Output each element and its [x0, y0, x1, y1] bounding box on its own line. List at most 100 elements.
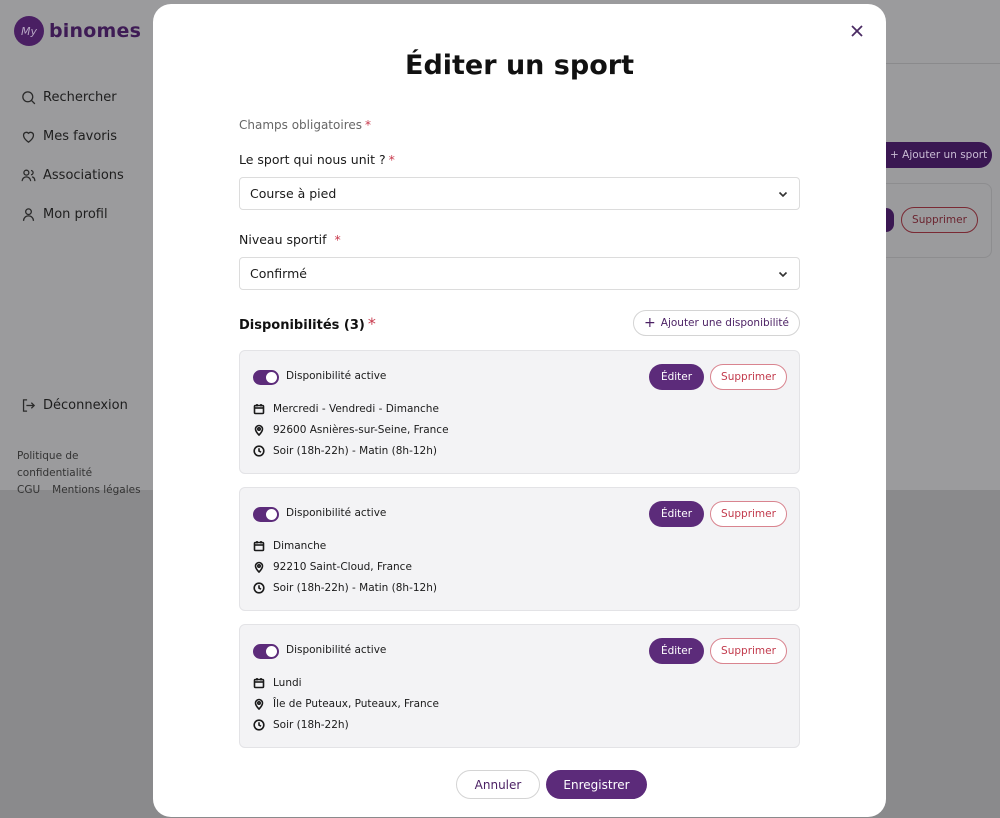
- modal-title: Éditer un sport: [405, 50, 634, 81]
- required-asterisk: *: [365, 118, 371, 132]
- days-text: Mercredi - Vendredi - Dimanche: [273, 403, 439, 415]
- chevron-down-icon: [778, 191, 788, 197]
- sidebar-item-label: Associations: [43, 168, 124, 183]
- active-toggle[interactable]: [253, 644, 279, 659]
- delete-availability-button[interactable]: Supprimer: [710, 638, 787, 664]
- sport-select[interactable]: Course à pied: [239, 177, 800, 210]
- location-row: Île de Puteaux, Puteaux, France: [253, 698, 439, 710]
- legal-link[interactable]: Mentions légales: [52, 484, 140, 496]
- close-icon: [851, 25, 863, 37]
- active-toggle-label: Disponibilité active: [286, 370, 387, 382]
- level-select[interactable]: Confirmé: [239, 257, 800, 290]
- add-availability-label: Ajouter une disponibilité: [660, 317, 789, 329]
- sport-form: Champs obligatoires * Le sport qui nous u…: [239, 118, 800, 748]
- logo-text: binomes: [49, 20, 142, 42]
- save-button[interactable]: Enregistrer: [546, 770, 647, 799]
- clock-icon: [253, 719, 265, 731]
- location-text: 92210 Saint-Cloud, France: [273, 561, 412, 573]
- clock-icon: [253, 582, 265, 594]
- sport-label-text: Le sport qui nous unit ?: [239, 152, 386, 167]
- privacy-link[interactable]: Politique de confidentialité: [17, 450, 92, 479]
- chevron-down-icon: [778, 271, 788, 277]
- active-toggle-label: Disponibilité active: [286, 644, 387, 656]
- time-text: Soir (18h-22h): [273, 719, 349, 731]
- location-pin-icon: [254, 561, 264, 573]
- sidebar-item-label: Rechercher: [43, 90, 117, 105]
- footer-links: Politique de confidentialité CGU Mentions…: [17, 448, 160, 499]
- user-icon: [22, 208, 35, 221]
- availability-card: Disponibilité active Éditer Supprimer Me…: [239, 350, 800, 474]
- sidebar-item-label: Mes favoris: [43, 129, 118, 144]
- availability-card: Disponibilité active Éditer Supprimer Lu…: [239, 624, 800, 748]
- edit-availability-button[interactable]: Éditer: [649, 501, 704, 527]
- days-row: Mercredi - Vendredi - Dimanche: [253, 403, 439, 415]
- search-icon: [22, 91, 36, 105]
- sidebar: My binomes Rechercher Mes favoris Associ…: [0, 0, 160, 496]
- edit-availability-button[interactable]: Éditer: [649, 638, 704, 664]
- location-text: 92600 Asnières-sur-Seine, France: [273, 424, 449, 436]
- active-toggle[interactable]: [253, 370, 279, 385]
- add-sport-button[interactable]: + Ajouter un sport: [886, 142, 992, 168]
- required-asterisk: *: [334, 232, 341, 247]
- level-label-text: Niveau sportif: [239, 232, 327, 247]
- location-text: Île de Puteaux, Puteaux, France: [273, 698, 439, 710]
- sidebar-item-favorites[interactable]: Mes favoris: [20, 117, 124, 156]
- logout-icon: [22, 399, 36, 412]
- delete-availability-button[interactable]: Supprimer: [710, 501, 787, 527]
- location-pin-icon: [254, 424, 264, 436]
- calendar-icon: [253, 541, 265, 552]
- required-asterisk: *: [367, 313, 376, 333]
- divider: [886, 63, 1000, 64]
- sidebar-item-profile[interactable]: Mon profil: [20, 195, 124, 234]
- level-select-value: Confirmé: [250, 266, 307, 281]
- modal-actions: Annuler Enregistrer: [456, 770, 647, 799]
- required-note-text: Champs obligatoires: [239, 118, 362, 132]
- logout-button[interactable]: Déconnexion: [20, 397, 128, 414]
- days-row: Dimanche: [253, 540, 326, 552]
- sport-label: Le sport qui nous unit ? *: [239, 152, 800, 170]
- availability-header: Disponibilités (3) * + Ajouter une dispon…: [239, 310, 800, 336]
- days-text: Lundi: [273, 677, 302, 689]
- time-text: Soir (18h-22h) - Matin (8h-12h): [273, 582, 437, 594]
- cancel-button[interactable]: Annuler: [456, 770, 540, 799]
- time-text: Soir (18h-22h) - Matin (8h-12h): [273, 445, 437, 457]
- location-pin-icon: [254, 698, 264, 710]
- time-row: Soir (18h-22h): [253, 719, 349, 731]
- delete-availability-button[interactable]: Supprimer: [710, 364, 787, 390]
- days-row: Lundi: [253, 677, 302, 689]
- close-button[interactable]: [848, 22, 866, 40]
- required-asterisk: *: [388, 152, 395, 167]
- overlay: [886, 490, 1000, 818]
- active-toggle[interactable]: [253, 507, 279, 522]
- background-delete-button[interactable]: Supprimer: [901, 207, 978, 233]
- edit-sport-modal: Éditer un sport Champs obligatoires * Le …: [153, 4, 886, 817]
- brand-logo[interactable]: My binomes: [14, 16, 141, 46]
- level-label: Niveau sportif *: [239, 232, 800, 250]
- logo-mark: My: [14, 16, 44, 46]
- active-toggle-label: Disponibilité active: [286, 507, 387, 519]
- days-text: Dimanche: [273, 540, 327, 552]
- time-row: Soir (18h-22h) - Matin (8h-12h): [253, 445, 437, 457]
- sidebar-item-search[interactable]: Rechercher: [20, 78, 124, 117]
- calendar-icon: [253, 404, 265, 415]
- edit-availability-button[interactable]: Éditer: [649, 364, 704, 390]
- calendar-icon: [253, 678, 265, 689]
- plus-icon: +: [644, 315, 656, 331]
- background-content-strip: + Ajouter un sport Supprimer: [886, 0, 1000, 490]
- required-note: Champs obligatoires *: [239, 118, 800, 138]
- logout-label: Déconnexion: [43, 398, 128, 413]
- availability-title: Disponibilités (3) *: [239, 314, 376, 333]
- sidebar-item-associations[interactable]: Associations: [20, 156, 124, 195]
- cgu-link[interactable]: CGU: [17, 484, 40, 496]
- clock-icon: [253, 445, 265, 457]
- availability-card: Disponibilité active Éditer Supprimer Di…: [239, 487, 800, 611]
- availability-title-text: Disponibilités (3): [239, 317, 365, 333]
- users-icon: [21, 169, 36, 182]
- sidebar-nav: Rechercher Mes favoris Associations Mon …: [20, 78, 124, 234]
- add-availability-button[interactable]: + Ajouter une disponibilité: [633, 310, 800, 336]
- sport-select-value: Course à pied: [250, 186, 337, 201]
- heart-icon: [22, 131, 35, 143]
- sidebar-item-label: Mon profil: [43, 207, 108, 222]
- location-row: 92210 Saint-Cloud, France: [253, 561, 412, 573]
- time-row: Soir (18h-22h) - Matin (8h-12h): [253, 582, 437, 594]
